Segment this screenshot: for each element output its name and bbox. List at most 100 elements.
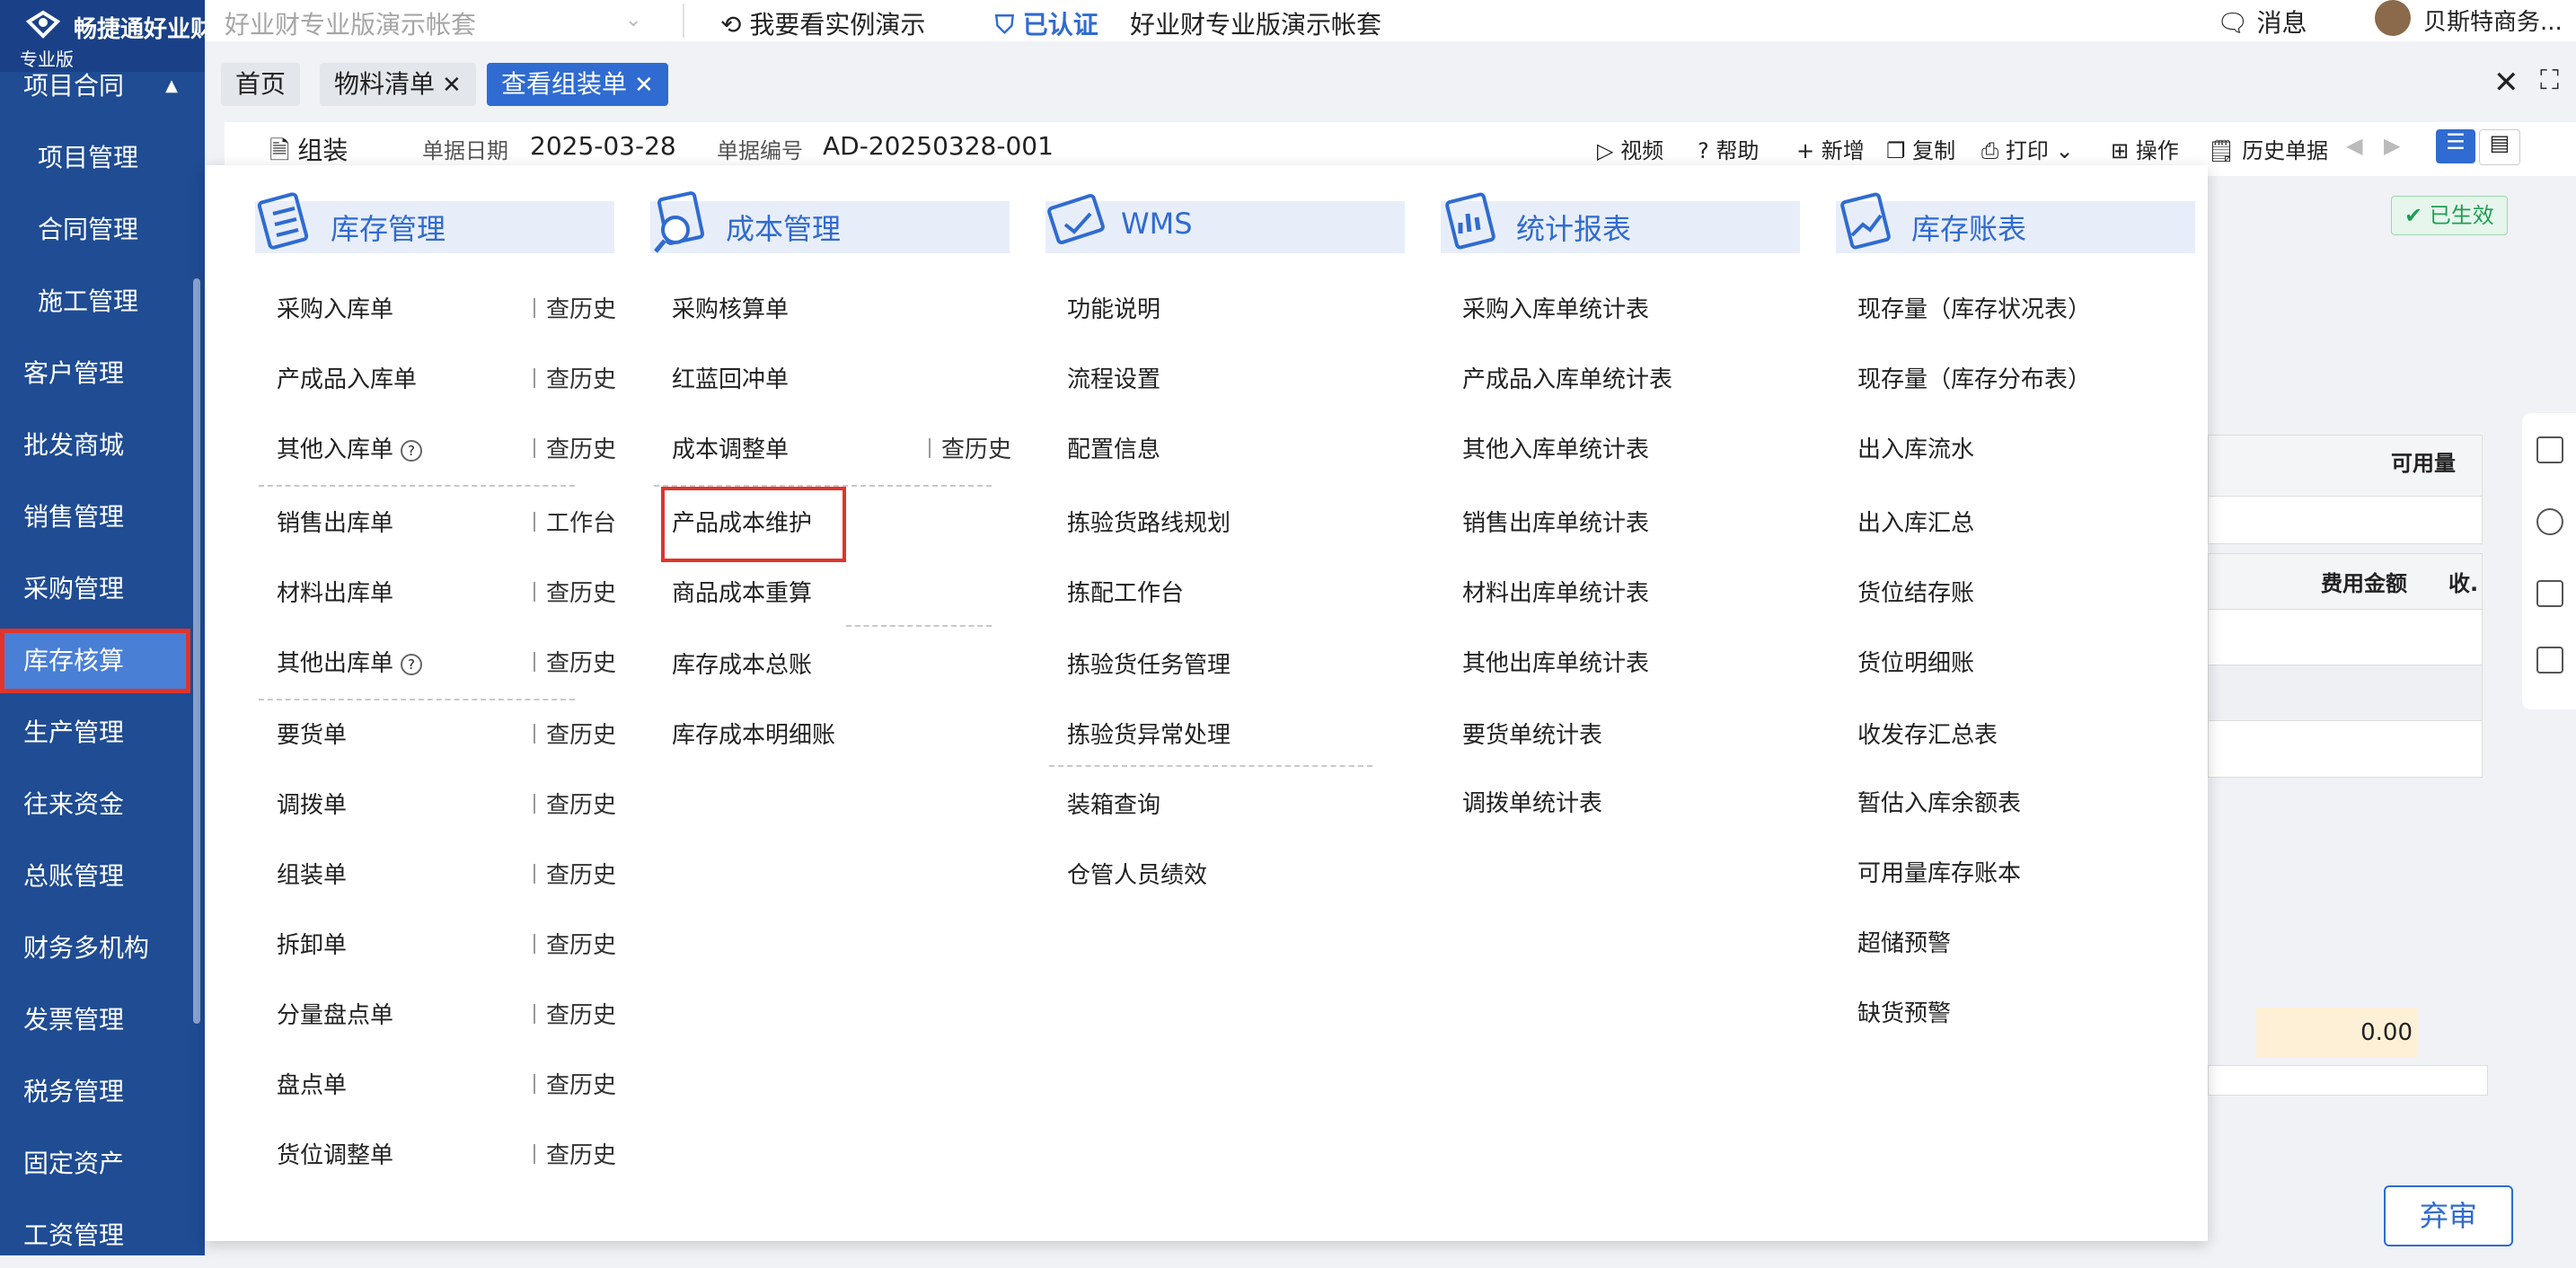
video-button[interactable]: ▷ 视频 (1597, 133, 1663, 164)
menu-item-transfer[interactable]: 调拨单 (277, 787, 347, 820)
menu-item-purchase-receipt[interactable]: 采购入库单 (277, 291, 393, 324)
menu-item-cost-adjustment[interactable]: 成本调整单 (672, 431, 789, 464)
menu-item-cost-recalc[interactable]: 商品成本重算 (672, 575, 812, 608)
menu-item-red-blue-reversal[interactable]: 红蓝回冲单 (672, 361, 789, 394)
menu-item-bin-detail[interactable]: 货位明细账 (1857, 645, 1974, 678)
history-link[interactable]: 查历史 (533, 787, 616, 820)
sidebar-item-inventory[interactable]: 库存核算 (0, 629, 190, 693)
history-link[interactable]: 查历史 (533, 717, 616, 750)
menu-item-cost-general-ledger[interactable]: 库存成本总账 (672, 647, 812, 680)
form-icon[interactable] (2536, 436, 2563, 463)
sidebar-item-contract-management[interactable]: 合同管理 (0, 198, 190, 262)
help-icon[interactable]: ? (401, 439, 423, 462)
menu-item-product-receipt-stats[interactable]: 产成品入库单统计表 (1462, 361, 1672, 394)
menu-item-estimated-receipt-balance[interactable]: 暂估入库余额表 (1857, 785, 2021, 818)
menu-item-sales-delivery[interactable]: 销售出库单 (277, 505, 393, 538)
menu-item-pick-route[interactable]: 拣验货路线规划 (1067, 505, 1231, 538)
tab-bom[interactable]: 物料清单 ✕ (320, 63, 476, 106)
workbench-link[interactable]: 工作台 (533, 505, 616, 538)
new-button[interactable]: + 新增 (1796, 133, 1865, 164)
chevron-down-icon[interactable]: ⌄ (625, 9, 641, 31)
sidebar-item-funds[interactable]: 往来资金 (0, 772, 190, 837)
history-link[interactable]: 查历史 (928, 431, 1011, 464)
history-link[interactable]: 查历史 (533, 1137, 616, 1170)
sidebar-item-construction[interactable]: 施工管理 (0, 269, 190, 334)
account-select[interactable]: 好业财专业版演示帐套 (225, 5, 476, 41)
menu-item-overstock-alert[interactable]: 超储预警 (1857, 925, 1951, 958)
list-view-icon[interactable]: ☰ (2436, 129, 2475, 163)
menu-item-stock-distribution[interactable]: 现存量（库存分布表） (1857, 361, 2091, 394)
menu-item-stocktake[interactable]: 盘点单 (277, 1067, 347, 1100)
menu-item-other-issue[interactable]: 其他出库单? (277, 645, 423, 678)
menu-item-feature-intro[interactable]: 功能说明 (1067, 291, 1160, 324)
user-name[interactable]: 贝斯特商务... (2423, 4, 2563, 37)
menu-item-pick-workbench[interactable]: 拣配工作台 (1067, 575, 1184, 608)
menu-item-material-issue[interactable]: 材料出库单 (277, 575, 393, 608)
close-icon[interactable]: ✕ (442, 72, 462, 99)
copy-button[interactable]: ❐ 复制 (1886, 133, 1955, 164)
operate-button[interactable]: ⊞ 操作 (2111, 133, 2179, 164)
menu-item-config-info[interactable]: 配置信息 (1067, 431, 1160, 464)
menu-item-process-settings[interactable]: 流程设置 (1067, 361, 1160, 394)
menu-item-cost-detail-ledger[interactable]: 库存成本明细账 (672, 717, 835, 750)
menu-item-bin-adjustment[interactable]: 货位调整单 (277, 1137, 393, 1170)
sidebar-item-purchase[interactable]: 采购管理 (0, 557, 190, 621)
menu-item-purchase-receipt-stats[interactable]: 采购入库单统计表 (1462, 291, 1649, 324)
sidebar-item-tax[interactable]: 税务管理 (0, 1060, 190, 1124)
history-link[interactable]: 查历史 (533, 645, 616, 678)
card-view-icon[interactable]: ▤ (2479, 129, 2520, 165)
history-link[interactable]: 查历史 (533, 927, 616, 960)
menu-item-available-stock-ledger[interactable]: 可用量库存账本 (1857, 855, 2021, 888)
sidebar-item-wholesale[interactable]: 批发商城 (0, 413, 190, 478)
abandon-button[interactable]: 弃审 (2384, 1185, 2513, 1246)
messages-button[interactable]: 🗨 消息 (2217, 4, 2307, 40)
menu-item-material-issue-stats[interactable]: 材料出库单统计表 (1462, 575, 1649, 608)
help-button[interactable]: ? 帮助 (1698, 133, 1759, 164)
menu-item-requisition-stats[interactable]: 要货单统计表 (1462, 717, 1602, 750)
menu-item-other-receipt-stats[interactable]: 其他入库单统计表 (1462, 431, 1649, 464)
menu-item-receive-issue-summary[interactable]: 收发存汇总表 (1857, 717, 1998, 750)
sidebar-item-ledger[interactable]: 总账管理 (0, 844, 190, 909)
menu-item-purchase-accounting[interactable]: 采购核算单 (672, 291, 789, 324)
expand-icon[interactable] (2536, 647, 2563, 674)
help-icon[interactable]: ? (401, 653, 423, 675)
menu-item-assembly[interactable]: 组装单 (277, 857, 347, 890)
history-link[interactable]: 查历史 (533, 857, 616, 890)
sidebar-item-sales[interactable]: 销售管理 (0, 485, 190, 550)
menu-item-stock-summary[interactable]: 出入库汇总 (1857, 505, 1974, 538)
sidebar-item-multi-org[interactable]: 财务多机构 (0, 916, 190, 981)
tab-home[interactable]: 首页 (221, 63, 301, 106)
menu-item-transfer-stats[interactable]: 调拨单统计表 (1462, 785, 1602, 818)
menu-item-other-issue-stats[interactable]: 其他出库单统计表 (1462, 645, 1649, 678)
next-icon[interactable]: ▶ (2384, 133, 2400, 158)
history-link[interactable]: 查历史 (533, 997, 616, 1030)
sidebar-item-project-management[interactable]: 项目管理 (0, 126, 190, 190)
sidebar-item-payroll[interactable]: 工资管理 (0, 1203, 190, 1268)
input-field[interactable] (2208, 1065, 2488, 1096)
sidebar-item-fixed-assets[interactable]: 固定资产 (0, 1132, 190, 1196)
fullscreen-icon[interactable]: ⛶ (2540, 65, 2559, 96)
close-icon[interactable]: ✕ (634, 72, 654, 99)
tab-view-assembly[interactable]: 查看组装单 ✕ (487, 63, 668, 106)
print-button[interactable]: ⎙ 打印 ⌄ (1981, 133, 2074, 164)
sidebar-scrollbar[interactable] (193, 278, 200, 1024)
history-link[interactable]: 查历史 (533, 431, 616, 464)
shrink-icon[interactable] (2536, 580, 2563, 607)
menu-item-shortage-alert[interactable]: 缺货预警 (1857, 995, 1951, 1028)
menu-item-partial-stocktake[interactable]: 分量盘点单 (277, 997, 393, 1030)
menu-item-disassembly[interactable]: 拆卸单 (277, 927, 347, 960)
sidebar-item-customers[interactable]: 客户管理 (0, 341, 190, 406)
link-icon[interactable] (2536, 508, 2563, 535)
menu-item-pick-exceptions[interactable]: 拣验货异常处理 (1067, 717, 1231, 750)
sidebar-item-invoices[interactable]: 发票管理 (0, 988, 190, 1052)
menu-item-stock-status[interactable]: 现存量（库存状况表） (1857, 291, 2091, 324)
history-link[interactable]: 查历史 (533, 575, 616, 608)
menu-item-pick-tasks[interactable]: 拣验货任务管理 (1067, 647, 1231, 680)
menu-item-sales-delivery-stats[interactable]: 销售出库单统计表 (1462, 505, 1649, 538)
menu-item-stock-flow[interactable]: 出入库流水 (1857, 431, 1974, 464)
menu-item-requisition[interactable]: 要货单 (277, 717, 347, 750)
history-button[interactable]: 🗒 历史单据 (2208, 133, 2328, 164)
history-link[interactable]: 查历史 (533, 361, 616, 394)
prev-icon[interactable]: ◀ (2346, 133, 2362, 158)
menu-item-other-receipt[interactable]: 其他入库单? (277, 431, 423, 464)
